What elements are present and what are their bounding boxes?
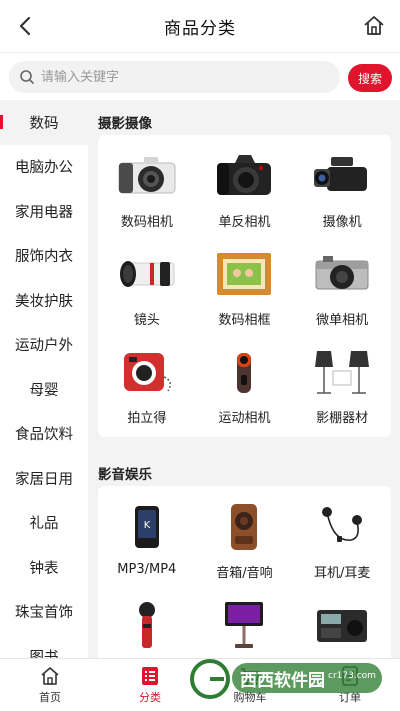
karaoke-machine-icon — [225, 602, 264, 648]
page-title: 商品分类 — [164, 18, 236, 39]
search-icon — [20, 70, 34, 84]
app-root: 商品分类 搜索 数码 电脑办公 家用电器 服饰内衣 美妆护肤 运动户外 母婴 食… — [0, 0, 400, 711]
category-item[interactable]: 运动相机 — [196, 345, 294, 443]
category-item-label: 运动相机 — [218, 411, 271, 426]
radio-icon — [317, 610, 368, 642]
category-sidebar: 数码 电脑办公 家用电器 服饰内衣 美妆护肤 运动户外 母婴 食品饮料 家居日用… — [0, 100, 88, 658]
category-card: 数码相机 单反相机 摄像机 镜头 数码相框 微单相机 拍立得 运动相机 影棚器材 — [98, 135, 391, 437]
sidebar-item-label: 钟表 — [29, 560, 59, 577]
section-title: 摄影摄像 — [98, 116, 152, 132]
sidebar-item-appliances[interactable]: 家用电器 — [0, 189, 88, 234]
search-input[interactable] — [41, 69, 321, 85]
home-icon — [41, 667, 59, 685]
category-card: K MP3/MP4 音箱/音响 耳机/耳麦 — [98, 486, 391, 658]
sidebar-item-label: 食品饮料 — [15, 427, 73, 444]
tab-label: 首页 — [39, 691, 61, 704]
category-item[interactable]: 数码相框 — [196, 247, 294, 345]
mp3-player-icon: K — [134, 506, 159, 548]
bottom-tab-bar: 首页 分类 购物车 订单 — [0, 658, 400, 711]
camcorder-icon — [314, 157, 368, 191]
category-item[interactable]: K MP3/MP4 — [98, 500, 196, 598]
back-arrow-icon[interactable] — [12, 12, 40, 40]
tab-orders[interactable]: 订单 — [300, 659, 400, 711]
sidebar-item-gifts[interactable]: 礼品 — [0, 501, 88, 546]
sidebar-item-sports[interactable]: 运动户外 — [0, 323, 88, 368]
sidebar-item-books[interactable]: 图书 — [0, 634, 88, 658]
sidebar-item-label: 美妆护肤 — [15, 293, 73, 310]
tab-cart[interactable]: 购物车 — [200, 659, 300, 711]
tab-home[interactable]: 首页 — [0, 659, 100, 711]
tab-category[interactable]: 分类 — [100, 659, 200, 711]
sidebar-item-jewelry[interactable]: 珠宝首饰 — [0, 590, 88, 635]
svg-text:K: K — [144, 520, 151, 531]
mirrorless-camera-icon — [118, 157, 176, 194]
sidebar-item-label: 家居日用 — [15, 471, 73, 488]
sidebar-item-beauty[interactable]: 美妆护肤 — [0, 278, 88, 323]
section-title: 影音娱乐 — [98, 467, 152, 483]
category-item-label: 耳机/耳麦 — [313, 566, 371, 581]
category-icon — [142, 667, 158, 685]
speaker-icon — [231, 504, 258, 550]
search-box[interactable] — [9, 61, 340, 93]
photo-frame-icon — [217, 253, 272, 295]
lens-icon — [119, 261, 175, 287]
category-item[interactable]: 摄像机 — [293, 149, 391, 247]
category-item-label: 影棚器材 — [316, 411, 369, 426]
home-icon[interactable] — [360, 12, 388, 40]
category-item[interactable]: 镜头 — [98, 247, 196, 345]
sidebar-item-label: 家用电器 — [15, 204, 73, 221]
sidebar-item-watches[interactable]: 钟表 — [0, 545, 88, 590]
sidebar-item-label: 图书 — [29, 649, 59, 658]
category-item-label: MP3/MP4 — [117, 562, 177, 577]
category-content: 摄影摄像 数码相机 单反相机 摄像机 镜头 数码相框 微单相机 拍立得 运动相机… — [88, 100, 400, 658]
tab-label: 分类 — [139, 691, 161, 704]
category-item[interactable] — [98, 598, 196, 658]
instant-camera-icon — [123, 353, 171, 392]
sidebar-item-baby[interactable]: 母婴 — [0, 367, 88, 412]
tab-label: 购物车 — [233, 691, 267, 704]
cart-icon — [241, 668, 260, 685]
header-bar: 商品分类 — [0, 0, 400, 52]
sidebar-item-label: 服饰内衣 — [15, 249, 73, 266]
category-item-label: 摄像机 — [322, 215, 362, 230]
category-item[interactable]: 影棚器材 — [293, 345, 391, 443]
category-item-label: 数码相框 — [218, 313, 271, 328]
sidebar-item-label: 运动户外 — [15, 338, 73, 355]
category-item[interactable]: 数码相机 — [98, 149, 196, 247]
action-camera-icon — [237, 353, 252, 393]
category-item[interactable]: 单反相机 — [196, 149, 294, 247]
category-item[interactable] — [293, 598, 391, 658]
category-item-label: 音箱/音响 — [216, 566, 273, 581]
category-item-label: 镜头 — [133, 313, 160, 328]
category-item-label: 微单相机 — [316, 313, 369, 328]
studio-light-icon — [315, 351, 370, 394]
category-item[interactable]: 拍立得 — [98, 345, 196, 443]
category-item[interactable]: 耳机/耳麦 — [293, 500, 391, 598]
sidebar-item-label: 礼品 — [29, 516, 59, 533]
category-item-label: 拍立得 — [127, 411, 167, 426]
category-item-label: 单反相机 — [218, 215, 271, 230]
sidebar-item-label: 珠宝首饰 — [15, 605, 73, 622]
microphone-icon — [138, 602, 155, 648]
category-item[interactable]: 微单相机 — [293, 247, 391, 345]
category-item-label: 数码相机 — [120, 215, 173, 230]
dslr-camera-icon — [217, 155, 272, 195]
sidebar-item-computer-office[interactable]: 电脑办公 — [0, 145, 88, 190]
earphones-icon — [322, 507, 363, 542]
tab-label: 订单 — [339, 691, 361, 704]
order-icon — [342, 666, 358, 686]
micro-camera-icon — [315, 256, 369, 290]
sidebar-item-label: 数码 — [29, 115, 59, 132]
sidebar-item-label: 母婴 — [29, 382, 59, 399]
category-item[interactable]: 音箱/音响 — [196, 500, 294, 598]
sidebar-item-home[interactable]: 家居日用 — [0, 456, 88, 501]
sidebar-item-food[interactable]: 食品饮料 — [0, 412, 88, 457]
category-item[interactable] — [196, 598, 294, 658]
search-bar: 搜索 — [0, 52, 400, 100]
search-button[interactable]: 搜索 — [348, 64, 392, 92]
sidebar-item-label: 电脑办公 — [15, 160, 73, 177]
sidebar-item-digital[interactable]: 数码 — [0, 100, 88, 145]
sidebar-item-apparel[interactable]: 服饰内衣 — [0, 234, 88, 279]
